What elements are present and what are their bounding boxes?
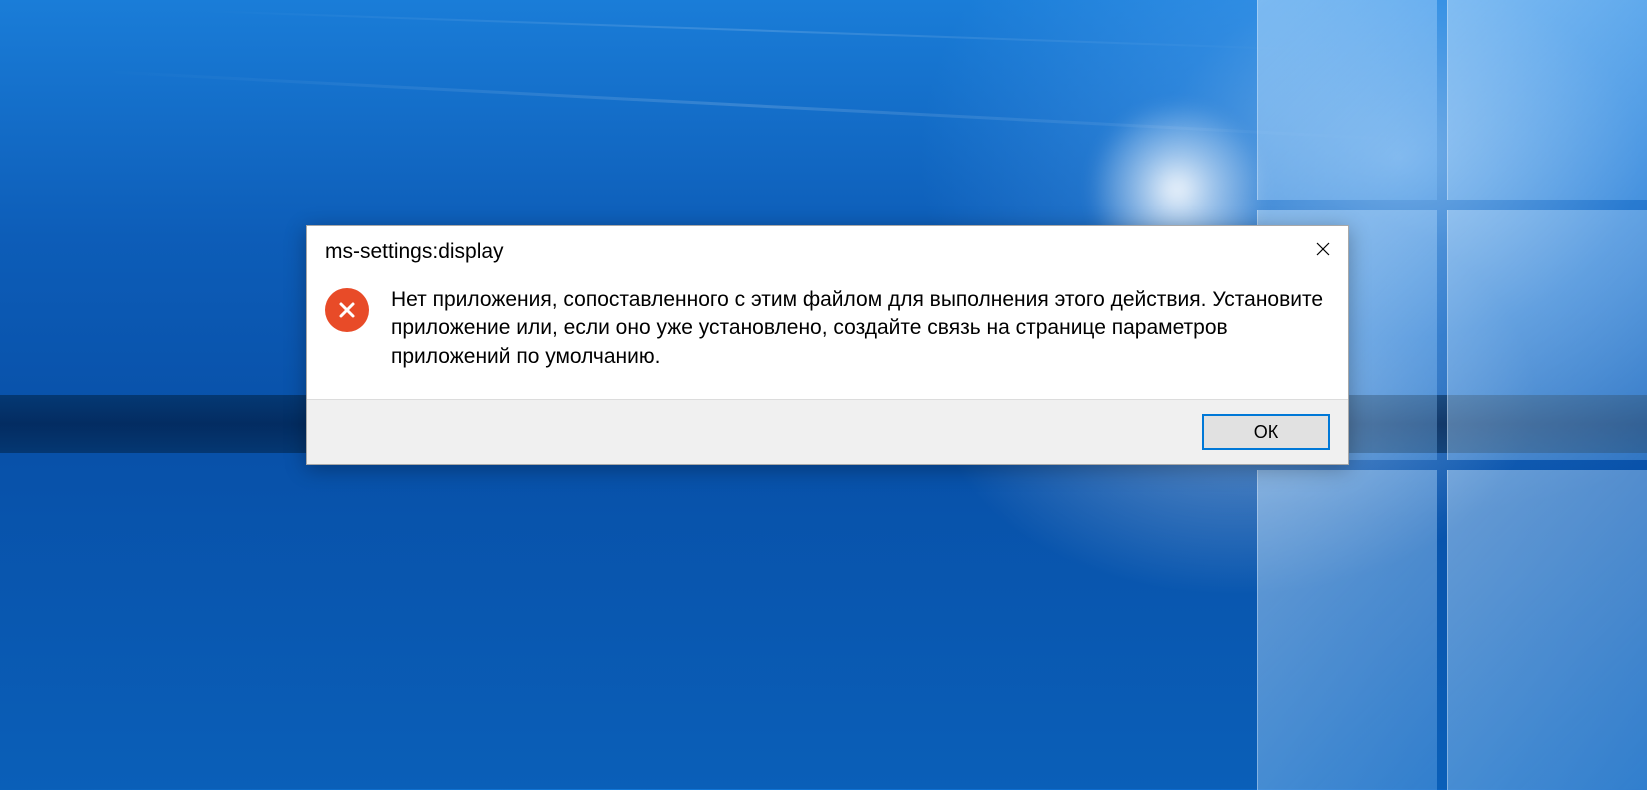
close-button[interactable] (1308, 234, 1338, 264)
dialog-footer: ОК (307, 399, 1348, 464)
error-icon-container (325, 286, 369, 371)
dialog-message: Нет приложения, сопоставленного с этим ф… (391, 286, 1324, 371)
dialog-title: ms-settings:display (325, 236, 504, 264)
error-icon (325, 288, 369, 332)
close-icon (1315, 241, 1331, 257)
error-dialog: ms-settings:display Нет приложения, сопо… (306, 225, 1349, 465)
ok-button[interactable]: ОК (1202, 414, 1330, 450)
dialog-body: Нет приложения, сопоставленного с этим ф… (307, 264, 1348, 399)
dialog-titlebar: ms-settings:display (307, 226, 1348, 264)
